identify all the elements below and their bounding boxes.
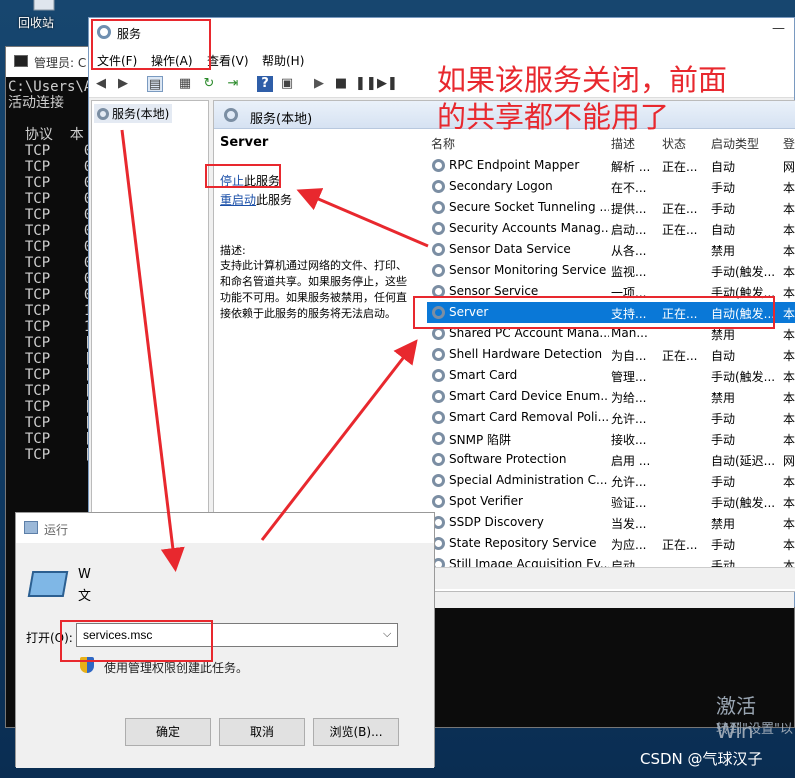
arrow-to-server-row [260, 339, 418, 541]
arrow-from-tree [120, 129, 185, 572]
arrow-to-stop-link [296, 188, 429, 248]
activation-watermark-sub: 转到"设置"以 [716, 722, 793, 737]
credit-text: CSDN @气球汉子 [640, 750, 763, 768]
annotation-arrows [120, 129, 429, 572]
